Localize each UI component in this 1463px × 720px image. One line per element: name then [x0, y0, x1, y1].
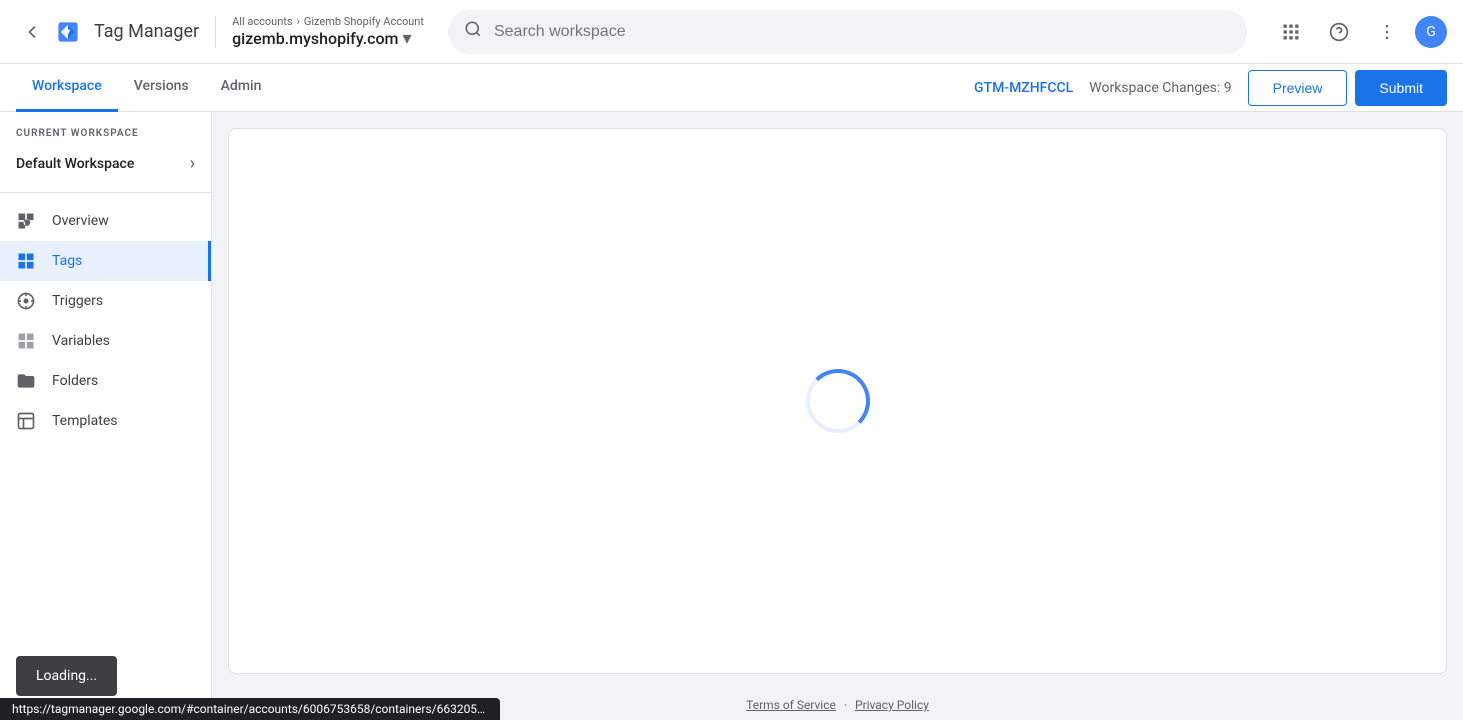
app-logo: Tag Manager [52, 16, 199, 48]
loading-spinner [806, 369, 870, 433]
tab-workspace[interactable]: Workspace [16, 64, 118, 112]
loading-toast-label: Loading... [36, 668, 97, 684]
submit-button[interactable]: Submit [1355, 70, 1447, 106]
content-card [228, 128, 1447, 674]
all-accounts-breadcrumb: All accounts › Gizemb Shopify Account [232, 15, 424, 28]
sidebar-item-folders[interactable]: Folders [0, 361, 211, 401]
sidebar-item-variables[interactable]: Variables [0, 321, 211, 361]
search-bar[interactable] [448, 10, 1247, 54]
tags-icon [16, 251, 36, 271]
search-icon [464, 20, 482, 43]
overview-label: Overview [52, 213, 109, 229]
privacy-policy-link[interactable]: Privacy Policy [855, 698, 929, 712]
sidebar-item-templates[interactable]: Templates [0, 401, 211, 441]
content-area: Terms of Service · Privacy Policy [212, 112, 1463, 720]
triggers-icon [16, 291, 36, 311]
back-button[interactable] [16, 16, 48, 48]
sidebar-item-tags[interactable]: Tags [0, 241, 211, 281]
folders-label: Folders [52, 373, 98, 389]
sidebar: CURRENT WORKSPACE Default Workspace › Ov… [0, 112, 212, 720]
terms-of-service-link[interactable]: Terms of Service [746, 698, 836, 712]
preview-button[interactable]: Preview [1248, 70, 1348, 106]
loading-spinner-container [806, 369, 870, 433]
current-workspace-label: CURRENT WORKSPACE [0, 112, 211, 143]
topbar: Tag Manager All accounts › Gizemb Shopif… [0, 0, 1463, 64]
search-input[interactable] [494, 23, 1231, 41]
sidebar-item-overview[interactable]: Overview [0, 201, 211, 241]
variables-icon [16, 331, 36, 351]
gtm-id[interactable]: GTM-MZHFCCL [974, 80, 1073, 96]
loading-toast: Loading... [16, 656, 117, 696]
sidebar-item-triggers[interactable]: Triggers [0, 281, 211, 321]
breadcrumb-arrow: › [297, 15, 300, 28]
container-selector[interactable]: gizemb.myshopify.com ▾ [232, 28, 424, 49]
container-dropdown-arrow[interactable]: ▾ [402, 28, 411, 49]
help-button[interactable] [1319, 12, 1359, 52]
templates-icon [16, 411, 36, 431]
status-url: https://tagmanager.google.com/#container… [12, 702, 500, 716]
variables-label: Variables [52, 333, 110, 349]
topbar-divider [215, 16, 216, 48]
templates-label: Templates [52, 413, 118, 429]
tab-versions[interactable]: Versions [118, 64, 205, 112]
account-info: All accounts › Gizemb Shopify Account gi… [232, 15, 424, 49]
workspace-selector[interactable]: Default Workspace › [0, 143, 211, 184]
folders-icon [16, 371, 36, 391]
avatar[interactable]: G [1415, 16, 1447, 48]
triggers-label: Triggers [52, 293, 103, 309]
more-options-button[interactable] [1367, 12, 1407, 52]
app-name: Tag Manager [94, 21, 199, 42]
apps-button[interactable] [1271, 12, 1311, 52]
gtm-logo-icon [52, 16, 84, 48]
sidebar-divider [0, 192, 211, 193]
nav-tabs: Workspace Versions Admin GTM-MZHFCCL Wor… [0, 64, 1463, 112]
status-bar: https://tagmanager.google.com/#container… [0, 698, 500, 720]
workspace-name: Default Workspace [16, 156, 134, 172]
overview-icon [16, 211, 36, 231]
main-layout: CURRENT WORKSPACE Default Workspace › Ov… [0, 112, 1463, 720]
footer-separator: · [844, 698, 847, 712]
workspace-arrow-icon: › [190, 153, 195, 174]
workspace-changes: Workspace Changes: 9 [1089, 80, 1231, 96]
tags-label: Tags [52, 253, 82, 269]
tab-admin[interactable]: Admin [205, 64, 278, 112]
topbar-right-actions: G [1271, 12, 1447, 52]
